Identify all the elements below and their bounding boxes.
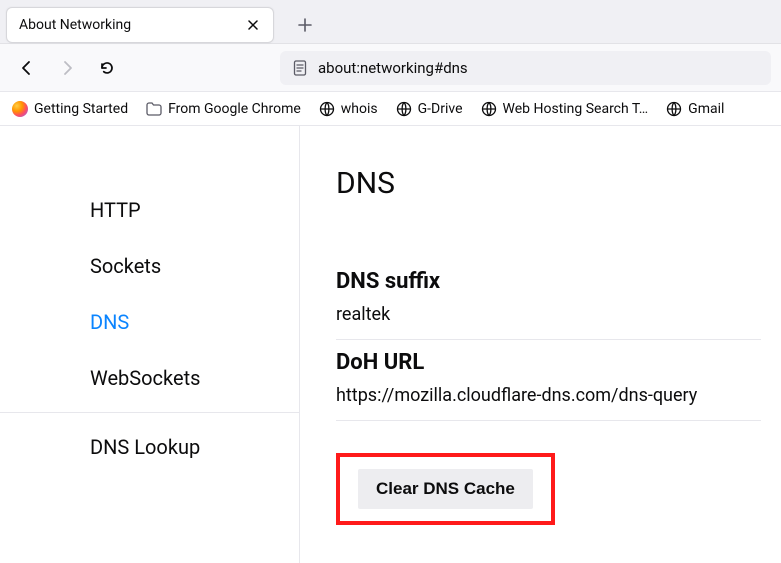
doh-url-value: https://mozilla.cloudflare-dns.com/dns-q… [336, 381, 761, 414]
clear-dns-cache-button[interactable]: Clear DNS Cache [358, 469, 533, 509]
globe-icon [481, 101, 497, 117]
dns-suffix-value: realtek [336, 300, 761, 333]
bookmark-g-drive[interactable]: G-Drive [396, 101, 463, 117]
sidebar-item-label: WebSockets [90, 366, 200, 390]
bookmark-label: From Google Chrome [168, 101, 301, 117]
back-button[interactable] [10, 51, 44, 85]
reload-button[interactable] [90, 51, 124, 85]
sidebar-item-label: DNS [90, 310, 129, 334]
sidebar-item-dns-lookup[interactable]: DNS Lookup [0, 419, 299, 475]
sidebar-item-sockets[interactable]: Sockets [0, 238, 299, 294]
bookmark-label: whois [341, 101, 378, 117]
bookmark-label: Getting Started [34, 101, 128, 117]
url-bar[interactable]: about:networking#dns [280, 51, 771, 85]
browser-tab[interactable]: About Networking [6, 7, 274, 43]
url-text: about:networking#dns [318, 59, 468, 77]
annotation-highlight: Clear DNS Cache [336, 453, 555, 525]
sidebar-item-label: DNS Lookup [90, 435, 200, 459]
page-title: DNS [336, 166, 761, 201]
bookmark-from-google-chrome[interactable]: From Google Chrome [146, 101, 301, 117]
tab-title: About Networking [19, 17, 243, 33]
folder-icon [146, 101, 162, 117]
bookmark-label: G-Drive [418, 101, 463, 117]
sidebar-item-http[interactable]: HTTP [0, 182, 299, 238]
bookmark-gmail[interactable]: Gmail [666, 101, 724, 117]
divider [336, 420, 761, 421]
firefox-icon [12, 101, 28, 117]
dns-suffix-heading: DNS suffix [336, 269, 761, 294]
sidebar: HTTP Sockets DNS WebSockets DNS Lookup [0, 126, 300, 563]
bookmark-label: Web Hosting Search T… [503, 101, 649, 117]
sidebar-item-dns[interactable]: DNS [0, 294, 299, 350]
bookmark-whois[interactable]: whois [319, 101, 378, 117]
globe-icon [396, 101, 412, 117]
new-tab-button[interactable] [290, 10, 320, 40]
bookmark-web-hosting-search[interactable]: Web Hosting Search T… [481, 101, 649, 117]
toolbar: about:networking#dns [0, 44, 781, 92]
main-panel: DNS DNS suffix realtek DoH URL https://m… [300, 126, 781, 563]
sidebar-item-websockets[interactable]: WebSockets [0, 350, 299, 406]
globe-icon [666, 101, 682, 117]
bookmark-label: Gmail [688, 101, 724, 117]
page-identity-icon [292, 60, 308, 76]
bookmark-getting-started[interactable]: Getting Started [12, 101, 128, 117]
close-icon[interactable] [243, 15, 263, 35]
forward-button[interactable] [50, 51, 84, 85]
content-area: HTTP Sockets DNS WebSockets DNS Lookup D… [0, 126, 781, 563]
doh-url-heading: DoH URL [336, 350, 761, 375]
bookmarks-bar: Getting Started From Google Chrome whois… [0, 92, 781, 126]
sidebar-item-label: Sockets [90, 254, 161, 278]
tab-strip: About Networking [0, 0, 781, 44]
globe-icon [319, 101, 335, 117]
sidebar-separator [0, 412, 299, 413]
divider [336, 339, 761, 340]
sidebar-item-label: HTTP [90, 198, 141, 222]
